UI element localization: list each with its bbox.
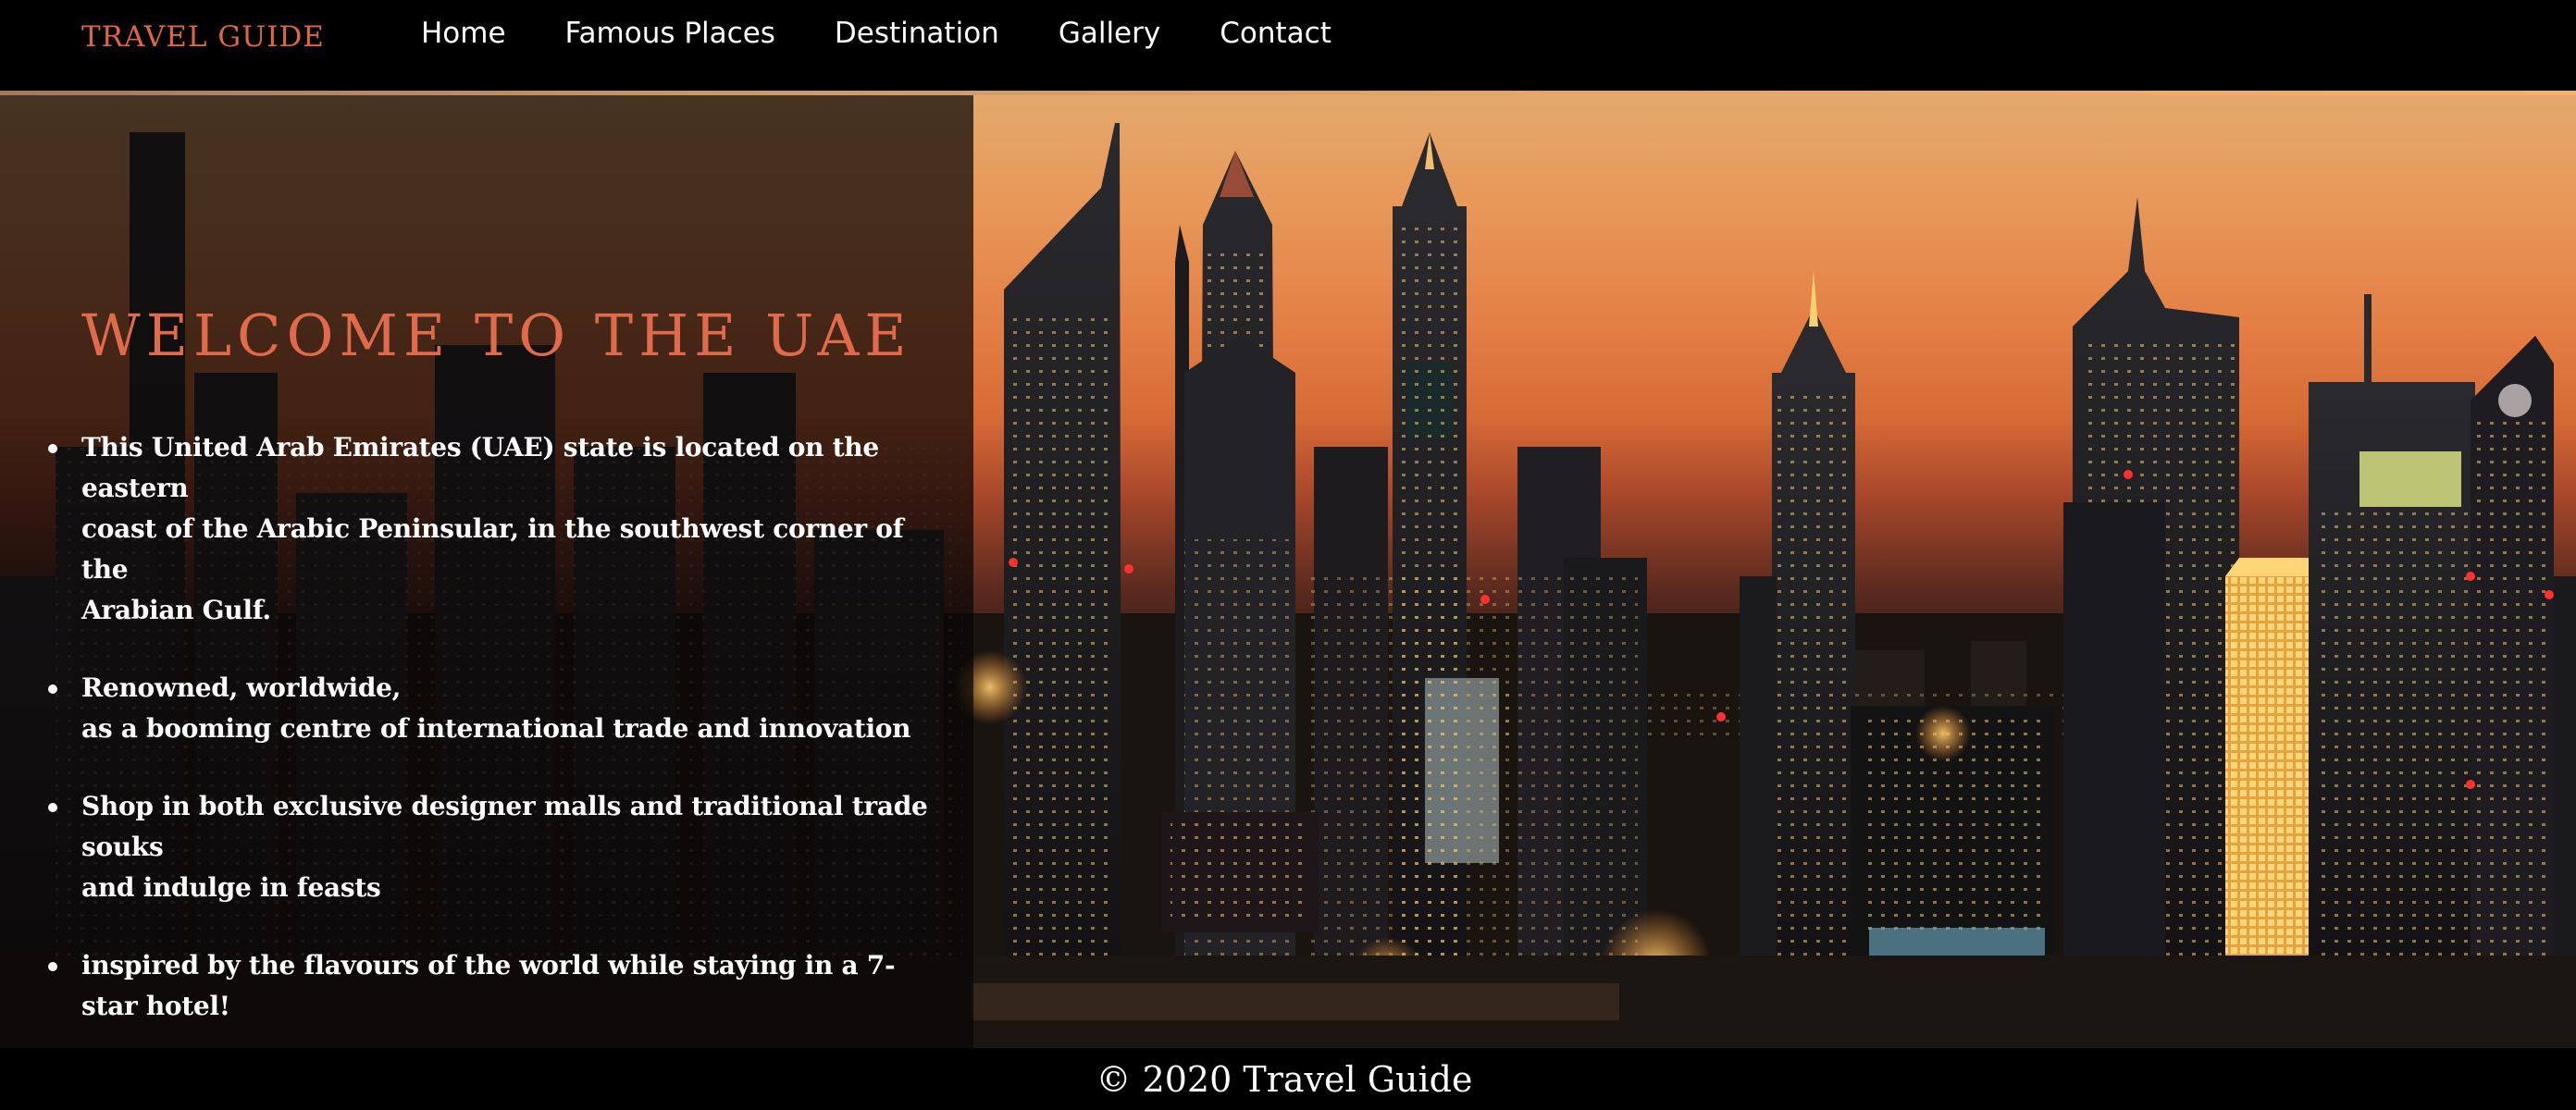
fact-line: inspired by the flavours of the world wh…	[81, 950, 896, 1021]
fact-line: as a booming centre of international tra…	[81, 713, 911, 744]
fact-line: Renowned, worldwide,	[81, 672, 402, 703]
list-item: Shop in both exclusive designer malls an…	[44, 786, 933, 908]
page-footer: © 2020 Travel Guide	[0, 1048, 2576, 1110]
brand-logo-link[interactable]: TRAVEL GUIDE	[81, 20, 325, 54]
nav-link-famous-places[interactable]: Famous Places	[565, 15, 775, 52]
nav-link-contact[interactable]: Contact	[1220, 15, 1331, 52]
copyright-text: © 2020 Travel Guide	[1096, 1058, 1473, 1100]
list-item: This United Arab Emirates (UAE) state is…	[44, 427, 933, 631]
list-item: inspired by the flavours of the world wh…	[44, 945, 933, 1027]
fact-line: and indulge in feasts	[81, 872, 381, 903]
top-navbar: TRAVEL GUIDE Home Famous Places Destinat…	[0, 0, 2576, 91]
fact-line: This United Arab Emirates (UAE) state is…	[81, 432, 879, 503]
main-nav: Home Famous Places Destination Gallery C…	[421, 15, 1391, 52]
uae-facts-list: This United Arab Emirates (UAE) state is…	[44, 427, 933, 1064]
nav-link-home[interactable]: Home	[421, 15, 506, 52]
fact-line: Shop in both exclusive designer malls an…	[81, 791, 928, 862]
list-item: Renowned, worldwide, as a booming centre…	[44, 668, 933, 749]
nav-link-gallery[interactable]: Gallery	[1059, 15, 1160, 52]
fact-line: coast of the Arabic Peninsular, in the s…	[81, 513, 904, 585]
fact-line: Arabian Gulf.	[81, 595, 271, 625]
hero-title: WELCOME TO THE UAE	[81, 302, 912, 369]
nav-link-destination[interactable]: Destination	[835, 15, 999, 52]
